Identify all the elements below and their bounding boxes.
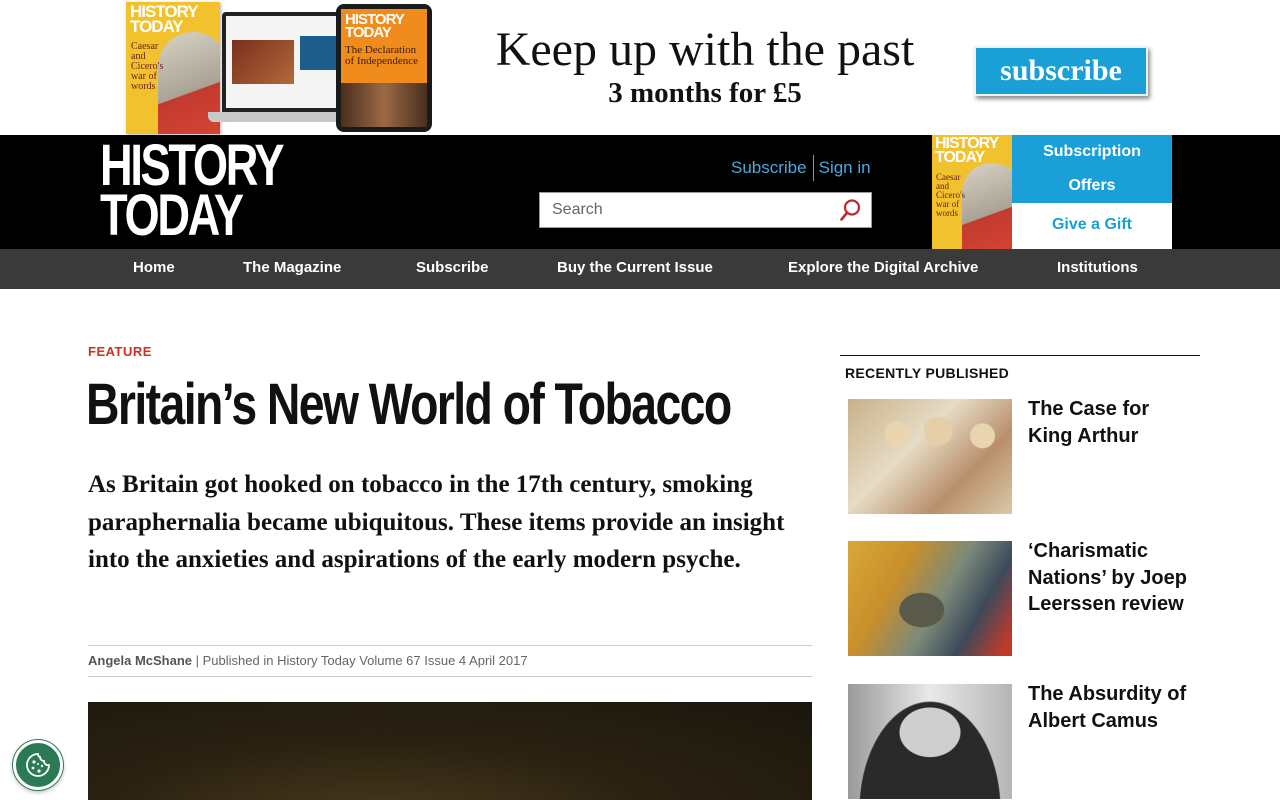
offers-line-2: Offers: [1068, 177, 1116, 194]
main-navigation: Home The Magazine Subscribe Buy the Curr…: [0, 249, 1280, 289]
banner-subscribe-button[interactable]: subscribe: [974, 46, 1148, 96]
article-category[interactable]: FEATURE: [88, 344, 152, 359]
tablet-image: HISTORY TODAY The Declaration of Indepen…: [336, 4, 432, 132]
banner-offer: 3 months for £5: [608, 77, 802, 109]
current-issue-cover[interactable]: HISTORY TODAY Caesar and Cicero's war of…: [932, 135, 1012, 249]
tablet-masthead: HISTORY TODAY: [345, 11, 405, 41]
search-input[interactable]: [540, 193, 835, 227]
subscribe-link[interactable]: Subscribe: [731, 158, 807, 178]
subscription-banner[interactable]: HISTORY TODAY Caesar and Cicero's war of…: [0, 0, 1280, 135]
tablet-caption: The Declaration of Independence: [345, 44, 418, 67]
subscription-offers-button[interactable]: Subscription Offers: [1012, 135, 1172, 203]
site-header: HISTORY TODAY Subscribe Sign in HISTORY …: [0, 135, 1280, 249]
offers-line-1: Subscription: [1043, 143, 1141, 160]
recent-item-thumbnail[interactable]: [848, 541, 1012, 656]
recent-item-title[interactable]: The Absurdity of Albert Camus: [1028, 681, 1188, 734]
logo-line-2: TODAY: [100, 183, 244, 248]
cookie-icon: [26, 753, 50, 777]
article-byline: Angela McShane | Published in History To…: [88, 645, 812, 677]
account-links: Subscribe Sign in: [731, 155, 871, 181]
nav-buy-current-issue[interactable]: Buy the Current Issue: [557, 249, 713, 289]
recent-item-title[interactable]: The Case for King Arthur: [1028, 396, 1188, 449]
article-title: Britain’s New World of Tobacco: [86, 372, 732, 437]
search-box: [539, 192, 872, 228]
cover-masthead: HISTORY TODAY: [130, 2, 198, 36]
cover-caption: Caesar and Cicero's war of words: [131, 41, 164, 92]
nav-subscribe[interactable]: Subscribe: [416, 249, 489, 289]
nav-the-magazine[interactable]: The Magazine: [243, 249, 341, 289]
sign-in-link[interactable]: Sign in: [819, 158, 871, 178]
article-hero-image: [88, 702, 812, 800]
magazine-cover-image: HISTORY TODAY Caesar and Cicero's war of…: [126, 2, 220, 134]
banner-headline: Keep up with the past: [495, 23, 915, 76]
publication-info: | Published in History Today Volume 67 I…: [192, 653, 528, 668]
recent-item-title[interactable]: ‘Charismatic Nations’ by Joep Leerssen r…: [1028, 538, 1188, 618]
nav-institutions[interactable]: Institutions: [1057, 249, 1138, 289]
search-icon[interactable]: [839, 198, 863, 222]
cookie-settings-button[interactable]: [13, 740, 63, 790]
article-standfirst: As Britain got hooked on tobacco in the …: [88, 471, 785, 573]
nav-home[interactable]: Home: [133, 249, 175, 289]
author-link[interactable]: Angela McShane: [88, 653, 192, 668]
give-a-gift-button[interactable]: Give a Gift: [1012, 203, 1172, 249]
nav-digital-archive[interactable]: Explore the Digital Archive: [788, 249, 978, 289]
site-logo[interactable]: HISTORY TODAY: [100, 137, 285, 248]
recent-item-thumbnail[interactable]: [848, 399, 1012, 514]
link-divider: [812, 155, 814, 181]
header-cover-caption: Caesar and Cicero's war of words: [936, 172, 966, 218]
header-cover-masthead: HISTORY TODAY: [935, 135, 999, 166]
recently-published-heading: RECENTLY PUBLISHED: [840, 355, 1200, 381]
recent-item-thumbnail[interactable]: [848, 684, 1012, 799]
